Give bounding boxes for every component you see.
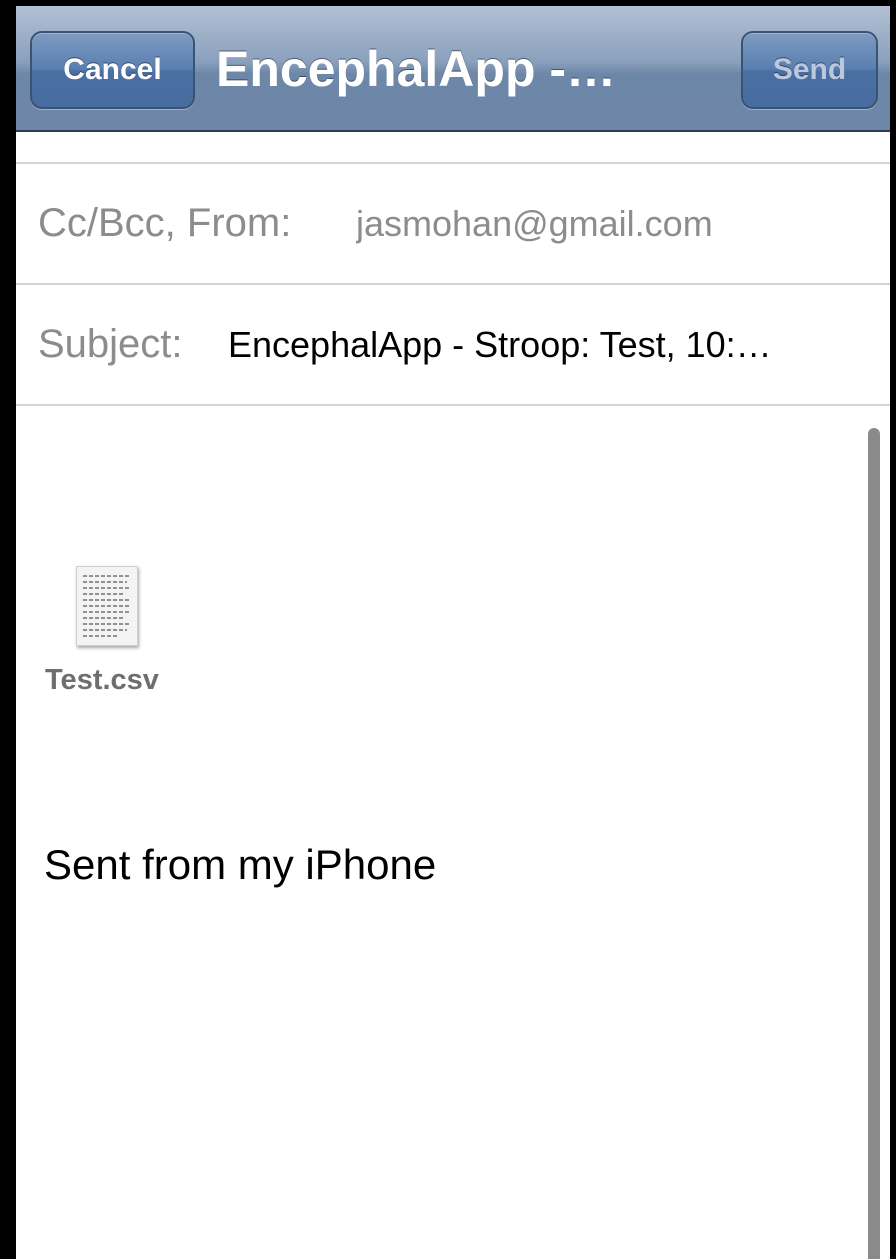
subject-row[interactable]: Subject: EncephalApp - Stroop: Test, 10:… bbox=[16, 285, 890, 406]
cc-bcc-from-label: Cc/Bcc, From: bbox=[38, 201, 292, 245]
attachment-filename: Test.csv bbox=[45, 664, 159, 696]
cancel-button[interactable]: Cancel bbox=[30, 31, 195, 109]
compose-screen: Cancel EncephalApp -… Send Cc/Bcc, From:… bbox=[0, 0, 896, 1259]
cc-bcc-from-row[interactable]: Cc/Bcc, From: jasmohan@gmail.com bbox=[16, 164, 890, 285]
document-icon bbox=[76, 566, 138, 646]
subject-label: Subject: bbox=[38, 322, 183, 366]
subject-input[interactable]: EncephalApp - Stroop: Test, 10:… bbox=[228, 285, 868, 404]
email-signature[interactable]: Sent from my iPhone bbox=[44, 841, 436, 889]
to-field-row[interactable] bbox=[16, 132, 890, 164]
compose-title: EncephalApp -… bbox=[216, 41, 617, 97]
navigation-bar: Cancel EncephalApp -… Send bbox=[16, 6, 890, 132]
send-button[interactable]: Send bbox=[741, 31, 878, 109]
scrollbar[interactable] bbox=[868, 428, 880, 1259]
from-address[interactable]: jasmohan@gmail.com bbox=[356, 164, 713, 283]
